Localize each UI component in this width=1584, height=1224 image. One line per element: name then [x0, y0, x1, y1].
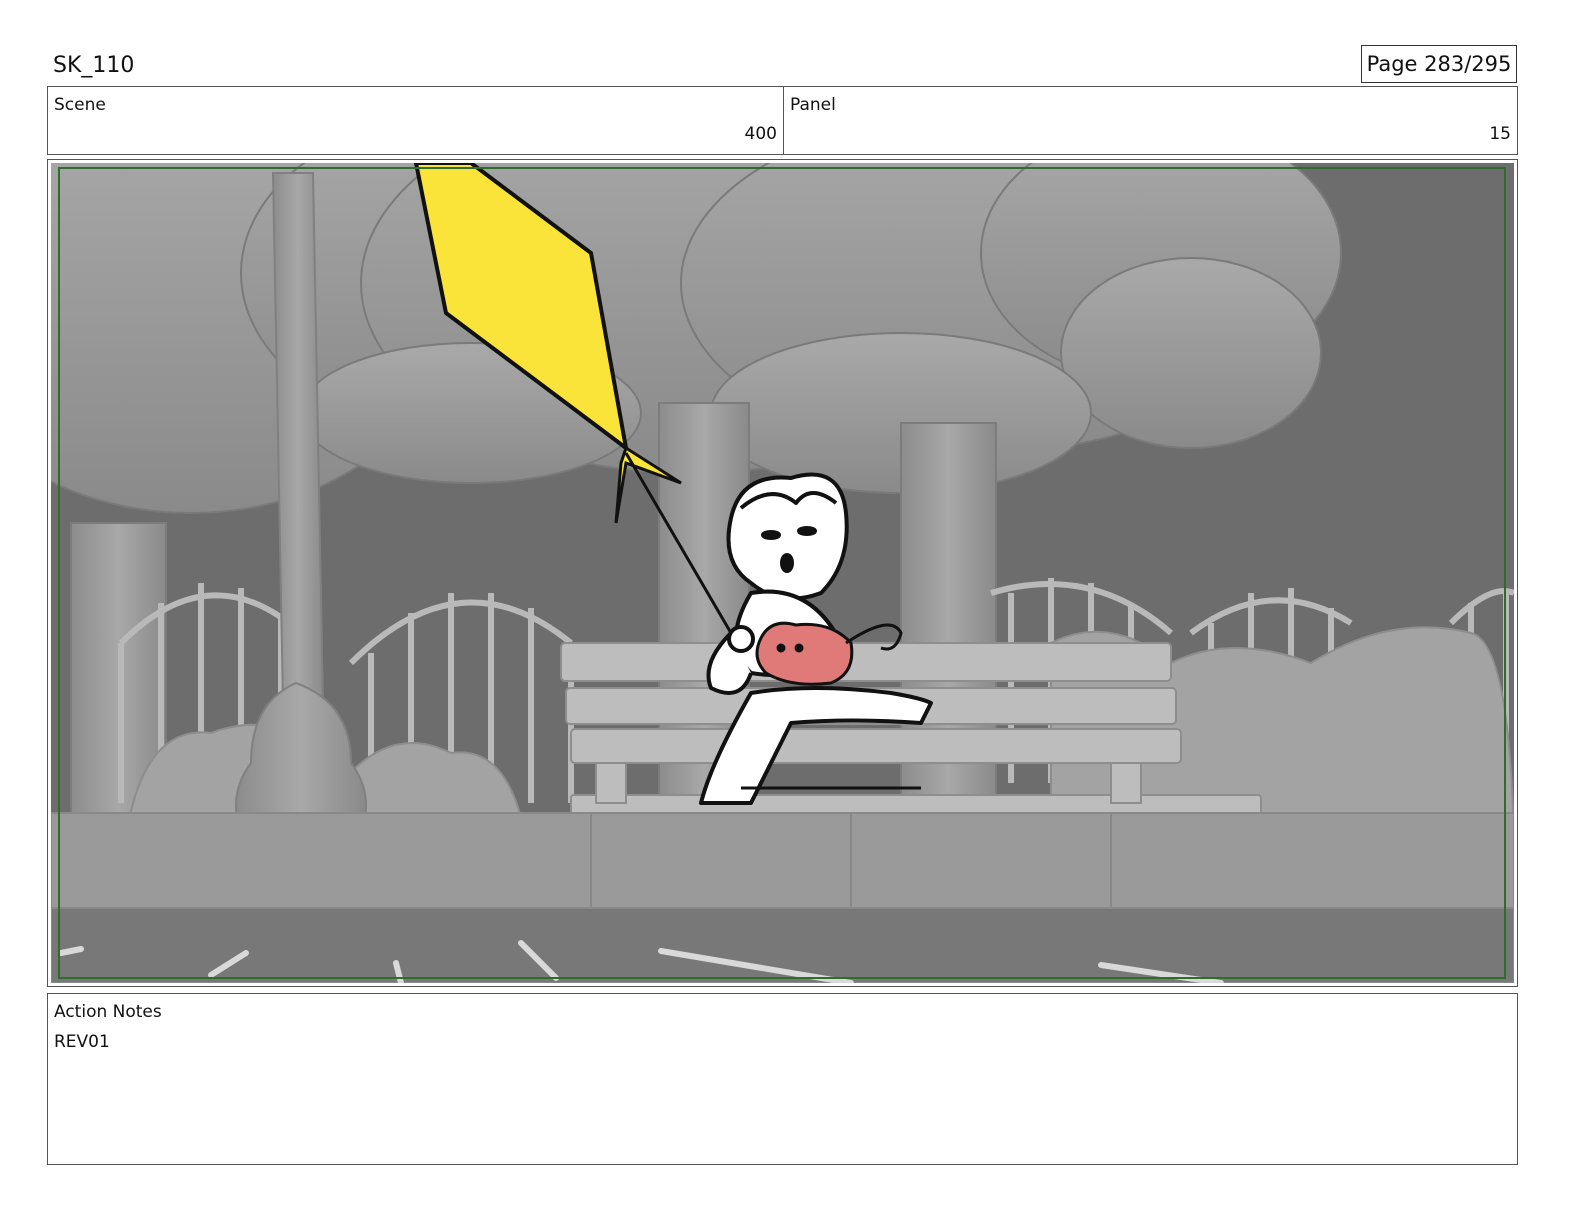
sequence-id: SK_110: [53, 53, 135, 78]
panel-cell: Panel 15: [784, 87, 1517, 154]
panel-illustration: [51, 163, 1514, 983]
scene-label: Scene: [54, 95, 106, 115]
scene-number: 400: [744, 124, 777, 144]
storyboard-panel-frame: [47, 159, 1518, 987]
action-notes-box: Action Notes REV01: [47, 993, 1518, 1165]
scene-panel-row: Scene 400 Panel 15: [47, 86, 1518, 155]
panel-number: 15: [1489, 124, 1511, 144]
storyboard-panel-image: [51, 163, 1514, 983]
action-notes-text: REV01: [54, 1032, 110, 1052]
scene-cell: Scene 400: [48, 87, 784, 154]
action-notes-label: Action Notes: [54, 1002, 162, 1022]
panel-label: Panel: [790, 95, 836, 115]
page-number: Page 283/295: [1361, 45, 1517, 83]
ground: [51, 812, 1514, 983]
